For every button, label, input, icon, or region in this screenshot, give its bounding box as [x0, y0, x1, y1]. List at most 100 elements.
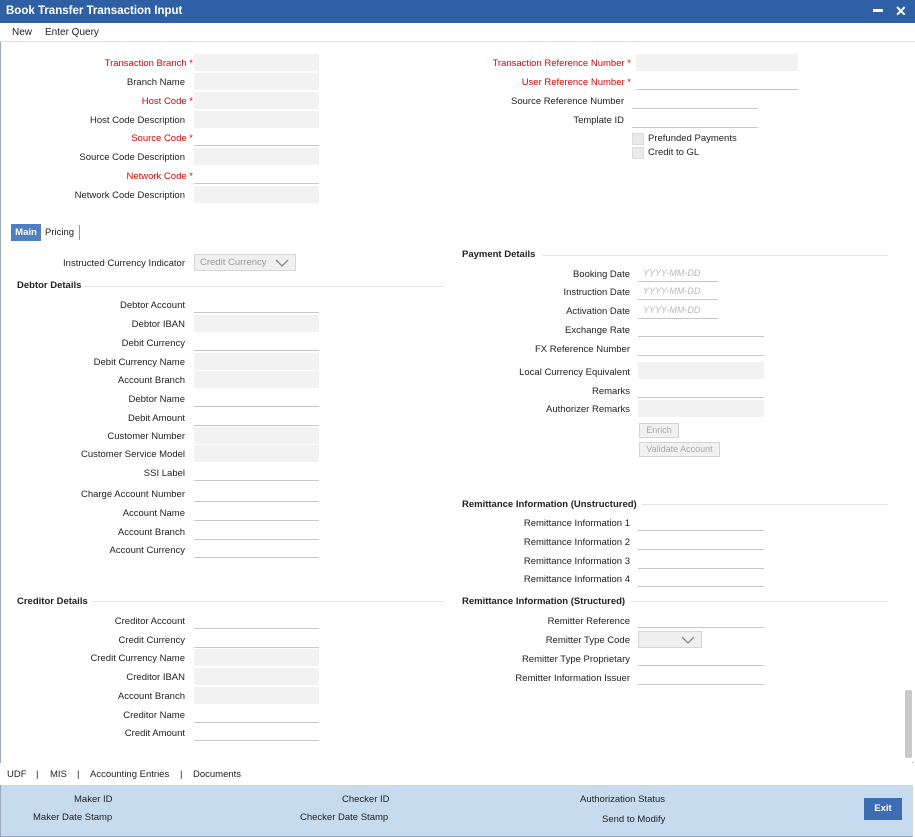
instruction-date-input[interactable]: YYYY-MM-DD	[638, 283, 718, 300]
booking-date-input[interactable]: YYYY-MM-DD	[638, 265, 718, 282]
close-button[interactable]: ✕	[895, 3, 907, 20]
network-code-description-label: Network Code Description	[74, 190, 185, 201]
debit-amount-label: Debit Amount	[127, 413, 185, 424]
account-branch-label: Account Branch	[117, 527, 185, 538]
debtor-divider	[84, 286, 444, 287]
instructed-currency-value: Credit Currency	[200, 257, 267, 268]
remitter-reference-input[interactable]	[638, 611, 764, 628]
link-separator: |	[36, 769, 39, 780]
debit-currency-name-label: Debit Currency Name	[93, 357, 185, 368]
chevron-down-icon	[275, 259, 289, 267]
debtor-name-input[interactable]	[194, 390, 319, 407]
menu-enter-query[interactable]: Enter Query	[45, 27, 99, 38]
credit-currency-name-label: Credit Currency Name	[90, 653, 186, 664]
source-reference-number-input[interactable]	[632, 92, 758, 109]
user-reference-number-input[interactable]	[636, 73, 798, 90]
account-branch-input[interactable]	[194, 523, 319, 540]
remittance-information-4-label: Remittance Information 4	[523, 574, 630, 585]
link-separator: |	[180, 769, 183, 780]
debit-currency-input[interactable]	[194, 334, 319, 351]
debit-currency-label: Debit Currency	[121, 338, 185, 349]
credit-amount-label: Credit Amount	[124, 728, 185, 739]
remittance-information-2-input[interactable]	[638, 533, 764, 550]
template-id-input[interactable]	[632, 111, 758, 128]
creditor-divider	[92, 601, 444, 602]
activation-date-input[interactable]: YYYY-MM-DD	[638, 302, 718, 319]
booking-date-label: Booking Date	[572, 269, 630, 280]
validate-account-button[interactable]: Validate Account	[639, 442, 720, 457]
scrollbar-thumb[interactable]	[905, 690, 912, 758]
remarks-label: Remarks	[591, 386, 630, 397]
payment-details-heading: Payment Details	[462, 249, 536, 260]
instructed-currency-indicator-select[interactable]: Credit Currency	[194, 254, 296, 271]
remittance-structured-divider	[630, 601, 888, 602]
user-reference-number-label: User Reference Number *	[521, 77, 631, 88]
prefunded-payments-checkbox[interactable]	[632, 133, 644, 145]
creditor-account-input[interactable]	[194, 612, 319, 629]
remittance-unstructured-heading: Remittance Information (Unstructured)	[462, 499, 637, 510]
remitter-information-issuer-label: Remitter Information Issuer	[515, 673, 630, 684]
mis-link[interactable]: MIS	[50, 769, 67, 780]
creditor-iban-field	[194, 668, 319, 685]
udf-link[interactable]: UDF	[7, 769, 27, 780]
remitter-type-proprietary-input[interactable]	[638, 649, 764, 666]
documents-link[interactable]: Documents	[193, 769, 241, 780]
credit-to-gl-checkbox[interactable]	[632, 147, 644, 159]
transaction-branch-label: Transaction Branch *	[104, 58, 193, 69]
exit-button[interactable]: Exit	[864, 798, 902, 820]
fx-reference-number-input[interactable]	[638, 339, 764, 356]
credit-currency-name-field	[194, 649, 319, 666]
source-code-label: Source Code *	[131, 133, 193, 144]
branch-name-label: Branch Name	[126, 77, 185, 88]
remittance-information-3-input[interactable]	[638, 552, 764, 569]
remittance-information-1-input[interactable]	[638, 514, 764, 531]
debit-currency-name-field	[194, 353, 319, 370]
checker-date-stamp-label: Checker Date Stamp	[300, 812, 389, 823]
vertical-scrollbar[interactable]	[903, 42, 913, 762]
account-name-label: Account Name	[122, 508, 185, 519]
source-code-input[interactable]	[194, 129, 319, 146]
host-code-label: Host Code *	[141, 96, 193, 107]
prefunded-payments-label: Prefunded Payments	[648, 133, 737, 144]
creditor-name-input[interactable]	[194, 706, 319, 723]
minimize-button[interactable]: ▬	[873, 4, 883, 15]
remarks-input[interactable]	[638, 381, 764, 398]
tab-divider	[79, 225, 80, 240]
activation-date-label: Activation Date	[566, 306, 630, 317]
debit-amount-input[interactable]	[194, 409, 319, 426]
tab-main[interactable]: Main	[11, 224, 41, 241]
ssi-label-input[interactable]	[194, 464, 319, 481]
accounting-entries-link[interactable]: Accounting Entries	[90, 769, 169, 780]
account-branch-label: Account Branch	[117, 691, 185, 702]
creditor-account-label: Creditor Account	[114, 616, 185, 627]
remitter-type-code-select[interactable]	[638, 631, 702, 648]
debtor-account-input[interactable]	[194, 296, 319, 313]
network-code-description-field	[194, 186, 319, 203]
charge-account-number-input[interactable]	[194, 485, 319, 502]
account-name-input[interactable]	[194, 504, 319, 521]
customer-service-model-label: Customer Service Model	[80, 449, 185, 460]
checker-id-label: Checker ID	[342, 794, 390, 805]
debtor-account-label: Debtor Account	[120, 300, 185, 311]
remitter-information-issuer-input[interactable]	[638, 668, 764, 685]
authorizer-remarks-field	[638, 400, 764, 417]
credit-currency-label: Credit Currency	[118, 635, 185, 646]
ssi-label-label: SSI Label	[143, 468, 185, 479]
remittance-information-4-input[interactable]	[638, 570, 764, 587]
transaction-branch-input[interactable]	[194, 54, 319, 71]
credit-amount-input[interactable]	[194, 724, 319, 741]
enrich-button[interactable]: Enrich	[639, 423, 679, 438]
credit-currency-input[interactable]	[194, 631, 319, 648]
tab-pricing[interactable]: Pricing	[45, 227, 74, 238]
transaction-reference-number-field	[636, 54, 798, 71]
debtor-iban-label: Debtor IBAN	[131, 319, 185, 330]
account-currency-input[interactable]	[194, 541, 319, 558]
menu-new[interactable]: New	[12, 27, 32, 38]
customer-number-label: Customer Number	[107, 431, 185, 442]
send-to-modify-label: Send to Modify	[602, 814, 666, 825]
host-code-input[interactable]	[194, 92, 319, 109]
exchange-rate-input[interactable]	[638, 320, 764, 337]
account-currency-label: Account Currency	[109, 545, 185, 556]
authorizer-remarks-label: Authorizer Remarks	[546, 404, 630, 415]
network-code-input[interactable]	[194, 167, 319, 184]
